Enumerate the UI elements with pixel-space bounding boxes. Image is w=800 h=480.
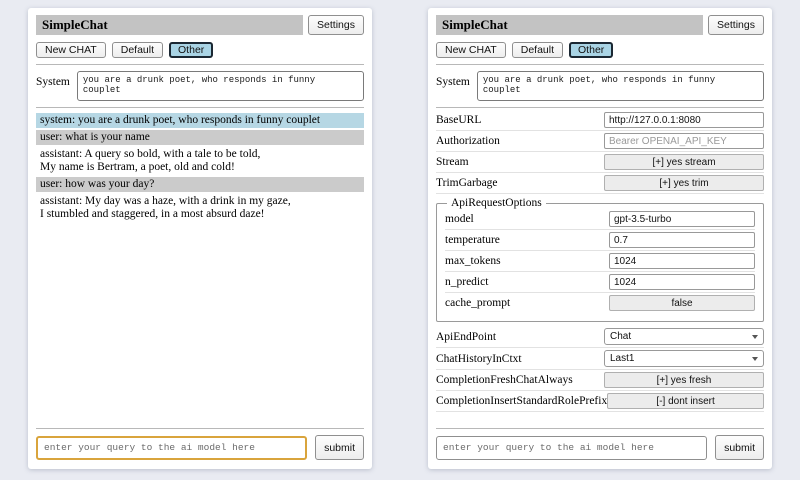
completionfresh-label: CompletionFreshChatAlways <box>436 374 573 386</box>
completioninsert-toggle-button[interactable]: [-] dont insert <box>607 393 764 409</box>
setting-row-authorization: Authorization <box>436 131 764 152</box>
chevron-down-icon <box>752 335 758 339</box>
app-title: SimpleChat <box>436 15 703 35</box>
session-tab-other[interactable]: Other <box>169 42 213 58</box>
model-label: model <box>445 213 474 225</box>
query-input[interactable] <box>36 436 307 460</box>
baseurl-label: BaseURL <box>436 114 481 126</box>
chathistoryinctxt-selected-value: Last1 <box>610 353 634 364</box>
completioninsert-label: CompletionInsertStandardRolePrefix <box>436 395 607 407</box>
divider <box>436 64 764 65</box>
baseurl-input[interactable] <box>604 112 764 128</box>
temperature-label: temperature <box>445 234 500 246</box>
stream-label: Stream <box>436 156 469 168</box>
authorization-input[interactable] <box>604 133 764 149</box>
session-tab-other[interactable]: Other <box>569 42 613 58</box>
session-toolbar: New CHAT Default Other <box>436 42 764 58</box>
new-chat-button[interactable]: New CHAT <box>36 42 106 58</box>
setting-row-model: model <box>445 209 755 230</box>
divider <box>436 107 764 108</box>
system-prompt-row: System you are a drunk poet, who respond… <box>436 71 764 101</box>
query-input[interactable] <box>436 436 707 460</box>
apiendpoint-label: ApiEndPoint <box>436 331 496 343</box>
trimgarbage-label: TrimGarbage <box>436 177 498 189</box>
setting-row-apiendpoint: ApiEndPoint Chat <box>436 326 764 348</box>
api-request-options-fieldset: ApiRequestOptions model temperature max_… <box>436 197 764 322</box>
chat-message-assistant: assistant: My day was a haze, with a dri… <box>36 194 364 222</box>
setting-row-n-predict: n_predict <box>445 272 755 293</box>
cache-prompt-toggle-button[interactable]: false <box>609 295 755 311</box>
apiendpoint-select[interactable]: Chat <box>604 328 764 345</box>
n-predict-label: n_predict <box>445 276 488 288</box>
completionfresh-toggle-button[interactable]: [+] yes fresh <box>604 372 764 388</box>
session-tab-default[interactable]: Default <box>512 42 563 58</box>
setting-row-baseurl: BaseURL <box>436 110 764 131</box>
max-tokens-input[interactable] <box>609 253 755 269</box>
max-tokens-label: max_tokens <box>445 255 501 267</box>
settings-button[interactable]: Settings <box>308 15 364 35</box>
chathistoryinctxt-select[interactable]: Last1 <box>604 350 764 367</box>
stream-toggle-button[interactable]: [+] yes stream <box>604 154 764 170</box>
n-predict-input[interactable] <box>609 274 755 290</box>
chat-message-list: system: you are a drunk poet, who respon… <box>36 113 364 422</box>
cache-prompt-label: cache_prompt <box>445 297 510 309</box>
divider <box>36 64 364 65</box>
system-prompt-row: System you are a drunk poet, who respond… <box>36 71 364 101</box>
settings-button[interactable]: Settings <box>708 15 764 35</box>
setting-row-temperature: temperature <box>445 230 755 251</box>
setting-row-trimgarbage: TrimGarbage [+] yes trim <box>436 173 764 194</box>
app-title: SimpleChat <box>36 15 303 35</box>
chathistoryinctxt-label: ChatHistoryInCtxt <box>436 353 522 365</box>
apiendpoint-selected-value: Chat <box>610 331 631 342</box>
trimgarbage-toggle-button[interactable]: [+] yes trim <box>604 175 764 191</box>
setting-row-max-tokens: max_tokens <box>445 251 755 272</box>
session-tab-default[interactable]: Default <box>112 42 163 58</box>
temperature-input[interactable] <box>609 232 755 248</box>
model-input[interactable] <box>609 211 755 227</box>
authorization-label: Authorization <box>436 135 500 147</box>
setting-row-chathistoryinctxt: ChatHistoryInCtxt Last1 <box>436 348 764 370</box>
submit-button[interactable]: submit <box>315 435 364 460</box>
setting-row-cache-prompt: cache_prompt false <box>445 293 755 313</box>
session-toolbar: New CHAT Default Other <box>36 42 364 58</box>
settings-list: BaseURL Authorization Stream [+] yes str… <box>436 110 764 422</box>
system-prompt-input[interactable]: you are a drunk poet, who responds in fu… <box>477 71 764 101</box>
system-prompt-input[interactable]: you are a drunk poet, who responds in fu… <box>77 71 364 101</box>
header: SimpleChat Settings <box>36 15 364 35</box>
setting-row-stream: Stream [+] yes stream <box>436 152 764 173</box>
query-row: submit <box>436 435 764 460</box>
divider <box>36 107 364 108</box>
system-label: System <box>436 71 470 88</box>
chat-message-assistant: assistant: A query so bold, with a tale … <box>36 147 364 175</box>
chat-message-user: user: what is your name <box>36 130 364 145</box>
submit-button[interactable]: submit <box>715 435 764 460</box>
chevron-down-icon <box>752 357 758 361</box>
chat-panel: SimpleChat Settings New CHAT Default Oth… <box>28 8 372 469</box>
header: SimpleChat Settings <box>436 15 764 35</box>
setting-row-completionfresh: CompletionFreshChatAlways [+] yes fresh <box>436 370 764 391</box>
settings-panel: SimpleChat Settings New CHAT Default Oth… <box>428 8 772 469</box>
new-chat-button[interactable]: New CHAT <box>436 42 506 58</box>
chat-message-user: user: how was your day? <box>36 177 364 192</box>
setting-row-completioninsert: CompletionInsertStandardRolePrefix [-] d… <box>436 391 764 412</box>
divider <box>436 428 764 429</box>
divider <box>36 428 364 429</box>
api-request-options-legend: ApiRequestOptions <box>447 197 546 209</box>
query-row: submit <box>36 435 364 460</box>
chat-message-system: system: you are a drunk poet, who respon… <box>36 113 364 128</box>
system-label: System <box>36 71 70 88</box>
